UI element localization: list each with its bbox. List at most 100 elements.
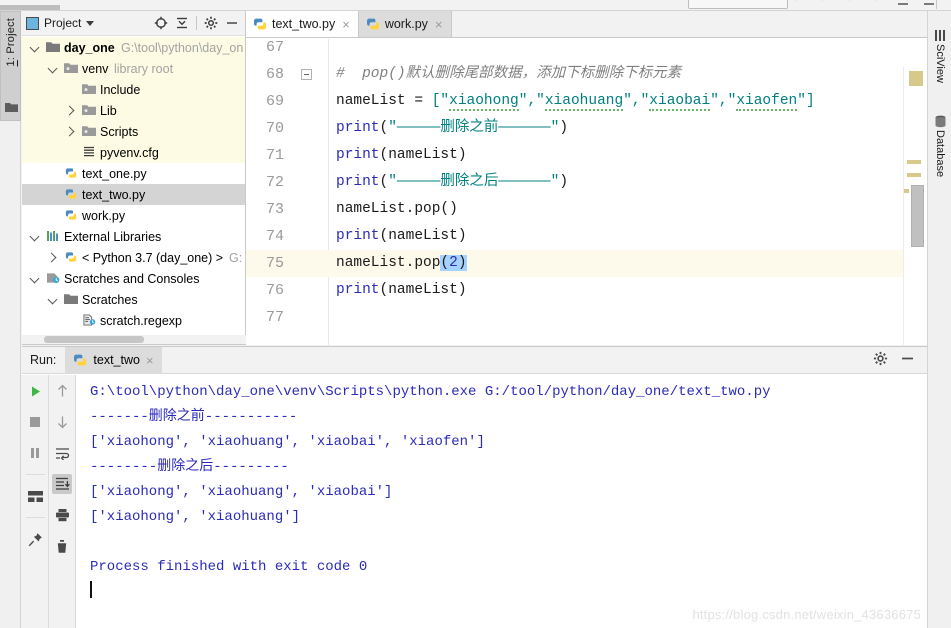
code-line[interactable]: print(nameList) [330,223,927,250]
gear-icon[interactable] [204,16,218,30]
sidebar-item-project[interactable]: 1: Project [0,11,21,121]
tree-item-scratches-and-consoles[interactable]: Scratches and Consoles [22,268,245,289]
chevron-down-icon[interactable] [30,273,41,284]
pin-tab-button[interactable] [25,529,45,549]
stop-button[interactable] [25,412,45,432]
close-icon[interactable]: × [146,353,154,368]
sidebar-item-sciview[interactable]: SciView [928,29,951,83]
tree-item-scratches[interactable]: Scratches [22,289,245,310]
line-number: 70 [265,120,284,137]
restore-layout-button[interactable] [25,486,45,506]
line-number: 77 [265,309,284,326]
code-line[interactable]: nameList = ["xiaohong","xiaohuang","xiao… [330,88,927,115]
toolbar-divider [936,0,937,9]
tree-item-label: day_one [64,40,115,55]
line-number: 71 [265,147,284,164]
run-console-output[interactable]: G:\tool\python\day_one\venv\Scripts\pyth… [77,375,927,628]
editor-tab-text_two-py[interactable]: text_two.py × [246,11,359,37]
tree-item-sublabel: G:\tool\python\day_on [121,40,244,55]
code-line[interactable] [330,39,927,61]
toolbar-divider [25,474,45,475]
profile-icon[interactable]: ▶ [876,0,884,2]
chevron-down-icon[interactable] [30,42,41,53]
tree-item-text-one-py[interactable]: text_one.py [22,163,245,184]
code-line[interactable] [330,304,927,331]
attach-icon[interactable]: ▶ [907,0,915,2]
sidebar-item-database[interactable]: Database [928,115,951,177]
run-panel-header: Run: text_two × [22,346,927,374]
chevron-down-icon[interactable] [48,63,59,74]
more-icon[interactable] [924,3,934,5]
code-line[interactable]: print(nameList) [330,142,927,169]
print-button[interactable] [52,505,72,525]
python-file-icon [366,18,379,30]
tree-item-pyvenv-cfg[interactable]: pyvenv.cfg [22,142,245,163]
chevron-right-icon[interactable] [48,252,59,263]
tree-item-label: text_one.py [82,166,147,181]
tree-item-scripts[interactable]: Scripts [22,121,245,142]
close-icon[interactable]: × [342,18,350,31]
toolbar-divider [25,517,45,518]
tree-item-external-libraries[interactable]: External Libraries [22,226,245,247]
run-configuration-selector[interactable] [688,0,788,9]
run-icon[interactable]: ▶ [795,0,803,2]
collapse-all-icon[interactable] [175,16,189,30]
chevron-down-icon[interactable] [48,294,59,305]
chevron-down-icon[interactable] [86,20,95,26]
code-line[interactable]: # pop()默认删除尾部数据，添加下标删除下标元素 [330,61,927,88]
module-icon [82,105,96,115]
run-tab-text-two[interactable]: text_two × [65,346,162,374]
code-line[interactable]: nameList.pop() [330,196,927,223]
code-line[interactable]: print("—————删除之前——————") [330,115,927,142]
editor-gutter[interactable]: 67 68 69 70 71 72 73 74 75 76 77 [246,39,330,345]
tree-item-label: Include [100,82,141,97]
locate-icon[interactable] [154,16,168,30]
code-line[interactable]: print("—————删除之后——————") [330,169,927,196]
tree-item-venv[interactable]: venv library root [22,58,245,79]
scrollbar-thumb[interactable] [44,336,144,343]
debug-icon[interactable]: ▶ [822,0,830,2]
code-fold-icon[interactable] [301,69,312,80]
editor-code-lines[interactable]: # pop()默认删除尾部数据，添加下标删除下标元素 nameList = ["x… [330,39,927,345]
scroll-to-end-button[interactable] [52,474,73,494]
editor-vscrollbar-thumb[interactable] [911,185,924,247]
code-line[interactable]: nameList.pop(2) [330,250,927,277]
gear-icon[interactable] [873,351,888,369]
clear-all-button[interactable] [52,536,72,556]
rerun-button[interactable] [25,381,45,401]
pause-button[interactable] [25,443,45,463]
chevron-right-icon[interactable] [66,105,77,116]
console-caret-line[interactable] [90,580,927,605]
database-icon [935,115,945,128]
hide-icon[interactable] [900,351,915,369]
sidebar-item-project-label: 1: Project [4,18,17,67]
editor-tab-work-py[interactable]: work.py × [358,11,452,37]
tree-item-day-one[interactable]: day_one G:\tool\python\day_on [22,37,245,58]
coverage-icon[interactable]: ▶ [849,0,857,2]
close-icon[interactable]: × [435,18,443,31]
up-button[interactable] [52,381,72,401]
down-button[interactable] [52,412,72,432]
tree-item-lib[interactable]: Lib [22,100,245,121]
tree-item-work-py[interactable]: work.py [22,205,245,226]
code-line[interactable]: print(nameList) [330,277,927,304]
chevron-down-icon[interactable] [30,231,41,242]
editor-marker-bar[interactable] [903,67,927,345]
console-line: ['xiaohong', 'xiaohuang', 'xiaobai', 'xi… [90,434,485,450]
stop-icon[interactable] [898,3,908,5]
tree-item-scratch-regexp[interactable]: scratch.regexp [22,310,245,331]
project-tree[interactable]: day_one G:\tool\python\day_on venv library … [22,37,245,335]
python-sdk-icon [65,252,77,262]
marker-stripe [907,173,921,177]
line-number: 76 [265,282,284,299]
tree-item-text-two-py[interactable]: text_two.py [22,184,245,205]
hide-icon[interactable] [225,16,239,30]
tree-item-label: Scratches [82,292,138,307]
project-panel-title: Project [44,16,82,30]
code-editor[interactable]: 67 68 69 70 71 72 73 74 75 76 77 # pop()默认删除尾部数据，添… [246,39,927,345]
tree-item-python-3-7-day-one[interactable]: < Python 3.7 (day_one) > G: [22,247,245,268]
project-tree-hscrollbar[interactable] [22,335,246,344]
soft-wrap-button[interactable] [52,443,72,463]
chevron-right-icon[interactable] [66,126,77,137]
tree-item-include[interactable]: Include [22,79,245,100]
